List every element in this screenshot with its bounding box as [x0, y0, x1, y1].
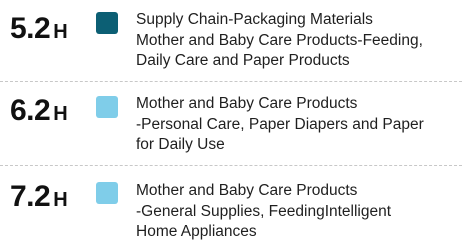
hall-date: 7.2 H — [10, 180, 68, 214]
hall-date: 5.2 H — [10, 12, 68, 46]
hall-date-number: 7.2 — [10, 180, 51, 213]
description-line: Daily Care and Paper Products — [136, 52, 350, 69]
description-line: Home Appliances — [136, 223, 257, 240]
schedule-row-7-2: 7.2 H Mother and Baby Care Products -Gene… — [0, 166, 462, 243]
exhibit-description: Mother and Baby Care Products -General S… — [136, 181, 460, 243]
hall-date: 6.2 H — [10, 94, 68, 128]
description-line: Supply Chain-Packaging Materials — [136, 11, 373, 28]
hall-date-unit: H — [53, 21, 68, 43]
description-line: Mother and Baby Care Products — [136, 182, 358, 199]
exhibit-description: Mother and Baby Care Products -Personal … — [136, 94, 460, 156]
hall-date-unit: H — [53, 189, 68, 211]
schedule-row-6-2: 6.2 H Mother and Baby Care Products -Pers… — [0, 82, 462, 165]
exhibit-description: Supply Chain-Packaging Materials Mother … — [136, 10, 460, 72]
description-line: Mother and Baby Care Products — [136, 95, 358, 112]
category-color-swatch — [96, 182, 118, 204]
hall-date-unit: H — [53, 103, 68, 125]
description-line: for Daily Use — [136, 136, 225, 153]
category-color-swatch — [96, 96, 118, 118]
hall-date-number: 6.2 — [10, 94, 51, 127]
category-color-swatch — [96, 12, 118, 34]
hall-date-number: 5.2 — [10, 12, 51, 45]
schedule-row-5-2: 5.2 H Supply Chain-Packaging Materials Mo… — [0, 0, 462, 80]
exhibition-schedule: 5.2 H Supply Chain-Packaging Materials Mo… — [0, 0, 462, 243]
description-line: -General Supplies, FeedingIntelligent — [136, 202, 392, 220]
description-line: Mother and Baby Care Products-Feeding, — [136, 31, 423, 49]
description-line: -Personal Care, Paper Diapers and Paper — [136, 115, 424, 133]
